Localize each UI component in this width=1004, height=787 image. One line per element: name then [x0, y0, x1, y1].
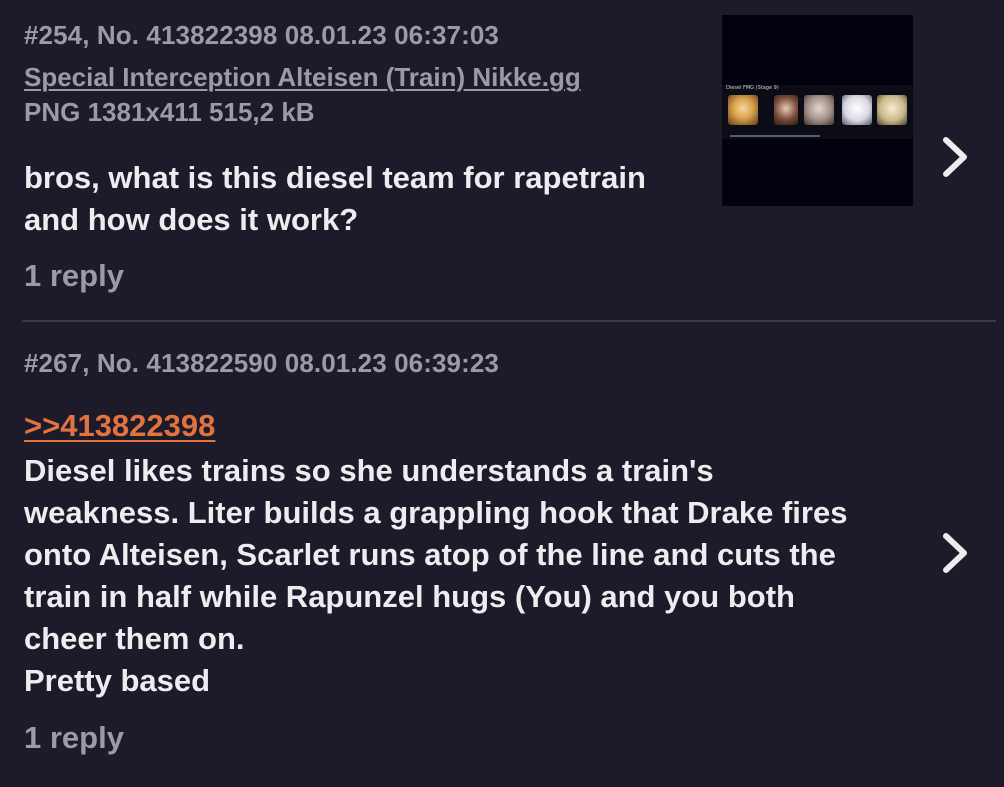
post-meta: #254, No. 413822398 08.01.23 06:37:03	[24, 20, 499, 50]
post-meta: #267, No. 413822590 08.01.23 06:39:23	[24, 348, 499, 378]
post-body: Diesel likes trains so she understands a…	[24, 453, 848, 698]
post-body: bros, what is this diesel team for rapet…	[24, 160, 646, 237]
character-portrait	[842, 95, 872, 125]
thumbnail-line	[730, 135, 820, 137]
character-portrait	[774, 95, 798, 125]
post-267: #267, No. 413822590 08.01.23 06:39:23 >>…	[0, 322, 1004, 787]
replies-link[interactable]: 1 reply	[24, 720, 124, 756]
thumbnail-title: Diesel FMG (Stage 9)	[726, 85, 779, 91]
post-254: #254, No. 413822398 08.01.23 06:37:03 Sp…	[0, 0, 1004, 320]
chevron-right-icon[interactable]	[936, 132, 976, 182]
character-portrait	[728, 95, 758, 125]
character-portrait	[804, 95, 834, 125]
file-info: PNG 1381x411 515,2 kB	[24, 97, 315, 127]
chevron-right-icon[interactable]	[936, 528, 976, 578]
post-thumbnail[interactable]: Diesel FMG (Stage 9)	[722, 15, 913, 206]
character-portrait	[877, 95, 907, 125]
quote-link[interactable]: >>413822398	[24, 408, 215, 444]
file-name-link[interactable]: Special Interception Alteisen (Train) Ni…	[24, 62, 581, 93]
replies-link[interactable]: 1 reply	[24, 258, 124, 294]
